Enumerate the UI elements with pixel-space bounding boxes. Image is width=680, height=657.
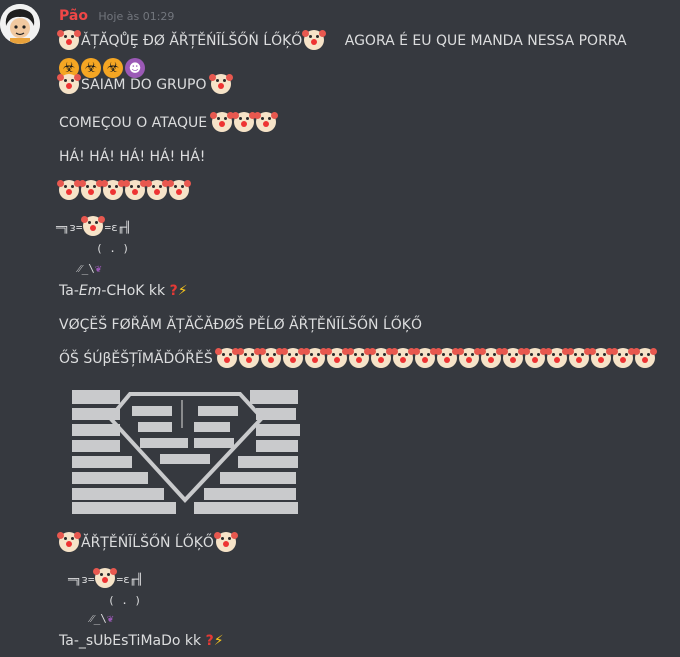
clown-face-icon	[413, 348, 438, 368]
ascii-art-left: ═╗ᴈ=	[56, 221, 83, 234]
clown-face-icon	[57, 74, 81, 94]
subest-text: ŐŠ ŚÚβĚŠȚĨMĂĎŐŘĚŠ	[59, 351, 213, 367]
ascii-art-right: =ɛ╓╢	[116, 573, 144, 586]
caption1-b: -CHoK kk	[101, 283, 166, 299]
ascii-art-row: ⁄⁄_\❦	[90, 608, 114, 630]
message-line-vocs: VØÇĔŠ FØŘĂM ǍȚĂČĂĐØŠ PĚĹØ ĂŘȚĚŃĨĹŠŐŃ ĹŐĶ…	[59, 314, 422, 336]
clown-face-icon	[237, 348, 262, 368]
message-line-ha: HÁ! HÁ! HÁ! HÁ! HÁ!	[59, 146, 205, 168]
lightning-bolt-icon: ⚡	[213, 633, 224, 649]
ascii-art-row: ( . )	[96, 238, 129, 260]
clown-face-icon	[101, 180, 125, 200]
lightning-bolt-icon: ⚡	[177, 283, 188, 299]
ascii-art-body: ( . )	[108, 594, 142, 607]
clown-face-icon	[57, 30, 81, 50]
clown-face-icon	[457, 348, 482, 368]
message-line-caption1: Ta-Em-CHoK kk ?⚡	[59, 280, 188, 302]
clown-face-icon	[611, 348, 636, 368]
red-question-mark-icon: ?	[169, 283, 178, 299]
clown-face-icon	[391, 348, 416, 368]
clown-face-icon	[479, 348, 504, 368]
message-line-caption2: Ta-_sUbEsTiMaDo kk ?⚡	[59, 630, 224, 652]
clown-face-icon	[589, 348, 614, 368]
ascii-art-left: ═╗ᴈ=	[68, 573, 95, 586]
clown-face-icon	[303, 348, 328, 368]
clown-face-icon	[123, 180, 147, 200]
clown-face-icon	[215, 348, 240, 368]
clown-face-icon	[209, 112, 234, 132]
message-line-subest: ŐŠ ŚÚβĚŠȚĨMĂĎŐŘĚŠ	[59, 348, 658, 370]
clown-face-icon	[231, 112, 256, 132]
clown-face-icon	[435, 348, 460, 368]
title-text: ǍȚĂQŮȨ ĐØ ĂŘȚĚŃĨĹŠŐŃ ĹŐĶŐ	[81, 33, 303, 49]
clown-face-icon	[302, 30, 327, 50]
vocs-text: VØÇĔŠ FØŘĂM ǍȚĂČĂĐØŠ PĚĹØ ĂŘȚĚŃĨĹŠŐŃ ĹŐĶ…	[59, 317, 422, 333]
ascii-art-row: ⁄⁄_\❦	[78, 258, 102, 280]
clown-face-icon	[567, 348, 592, 368]
clown-face-icon	[92, 568, 117, 588]
ascii-art-legs: ⁄⁄_\	[90, 612, 107, 625]
username[interactable]: Pão	[59, 8, 88, 24]
clown-face-icon	[167, 180, 191, 200]
timestamp[interactable]: Hoje às 01:29	[98, 10, 174, 23]
caption1-em: Em	[78, 283, 102, 299]
ascii-art-body: ( . )	[96, 242, 130, 255]
clown-face-icon	[369, 348, 394, 368]
avatar-image	[0, 4, 40, 44]
saiam-text: SAIAM DO GRUPO	[81, 77, 207, 93]
clown-face-icon	[57, 180, 81, 200]
ha-text: HÁ! HÁ! HÁ! HÁ! HÁ!	[59, 149, 206, 165]
clown-face-icon	[281, 348, 306, 368]
message-line-name: ĂŘȚĚŃĨĹŠŐŃ ĹŐĶŐ	[57, 532, 238, 554]
ascii-art-right: =ɛ╓╢	[104, 221, 132, 234]
ascii-art-row: ═╗ᴈ= =ɛ╓╢	[56, 216, 131, 239]
clown-face-icon	[325, 348, 350, 368]
name-text: ĂŘȚĚŃĨĹŠŐŃ ĹŐĶŐ	[81, 535, 214, 551]
message-header: Pão Hoje às 01:29	[59, 8, 174, 24]
clown-face-icon	[80, 216, 105, 236]
comecou-text: COMEÇOU O ATAQUE	[59, 115, 208, 131]
message-line-comecou: COMEÇOU O ATAQUE	[59, 112, 278, 134]
ascii-art-legs: ⁄⁄_\	[78, 262, 95, 275]
title-tail-text: AGORA É EU QUE MANDA NESSA PORRA	[344, 33, 627, 49]
ascii-art-row: ═╗ᴈ= =ɛ╓╢	[68, 568, 143, 591]
clown-face-icon	[347, 348, 372, 368]
caption1-a: Ta-	[59, 283, 79, 299]
avatar[interactable]	[0, 4, 40, 44]
caption2-text: Ta-_sUbEsTiMaDo kk	[59, 633, 202, 649]
eggplant-icon: ❦	[94, 262, 102, 275]
red-question-mark-icon: ?	[205, 633, 214, 649]
clown-face-icon	[501, 348, 526, 368]
clown-face-icon	[253, 112, 278, 132]
clown-face-icon	[145, 180, 169, 200]
clown-face-icon	[633, 348, 658, 368]
clown-face-icon	[545, 348, 570, 368]
clown-face-icon	[259, 348, 284, 368]
block-art-diamond	[70, 388, 300, 516]
clown-face-icon	[208, 74, 233, 94]
clown-face-icon	[79, 180, 103, 200]
message-line-saiam: SAIAM DO GRUPO	[57, 74, 233, 96]
block-art-image	[72, 390, 300, 514]
message-line-title: ǍȚĂQŮȨ ĐØ ĂŘȚĚŃĨĹŠŐŃ ĹŐĶŐ AGORA É EU QUE…	[57, 30, 627, 52]
message-line-clowns	[57, 180, 191, 202]
eggplant-icon: ❦	[106, 612, 114, 625]
clown-face-icon	[57, 532, 81, 552]
clown-face-icon	[213, 532, 238, 552]
clown-face-icon	[523, 348, 548, 368]
